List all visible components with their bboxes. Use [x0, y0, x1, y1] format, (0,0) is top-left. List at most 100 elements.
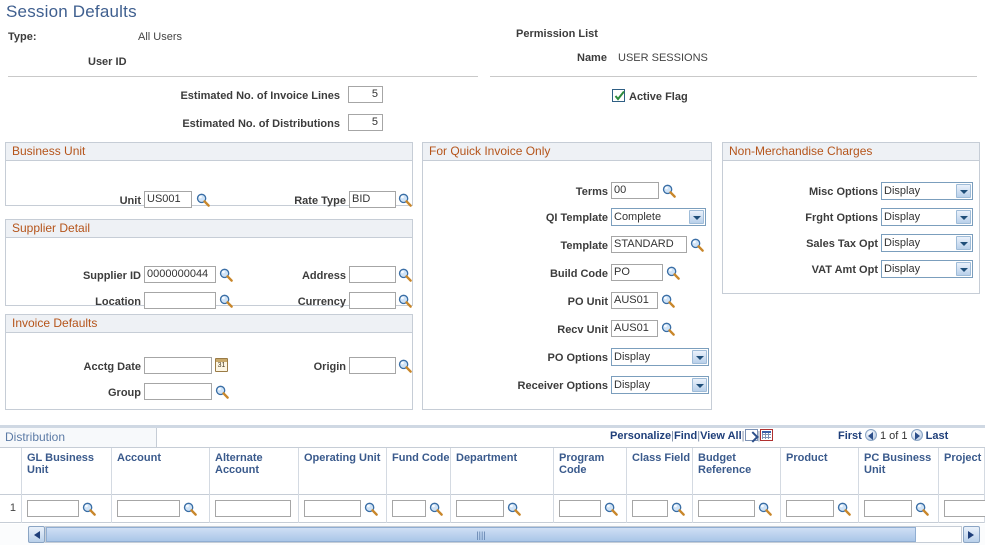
budget-reference-lookup-icon[interactable]: [758, 502, 772, 516]
build-code-input[interactable]: PO: [611, 264, 663, 281]
group-input[interactable]: [144, 383, 212, 400]
build-code-lookup-icon[interactable]: [666, 266, 680, 280]
acctg-date-input[interactable]: [144, 357, 212, 374]
misc-options-value: Display: [884, 185, 921, 197]
chevron-down-icon[interactable]: [692, 378, 707, 392]
template-input[interactable]: STANDARD: [611, 236, 687, 253]
previous-page-icon[interactable]: [864, 429, 877, 441]
program-code-input[interactable]: [559, 500, 601, 517]
class-field-lookup-icon[interactable]: [671, 502, 685, 516]
currency-lookup-icon[interactable]: [398, 294, 412, 308]
po-unit-input[interactable]: AUS01: [611, 292, 658, 309]
estimated-distributions-label: Estimated No. of Distributions: [182, 118, 340, 130]
next-page-icon[interactable]: [910, 429, 923, 441]
view-all-link[interactable]: View All: [700, 430, 742, 442]
column-header-pc-business-unit[interactable]: PC Business Unit: [859, 448, 939, 495]
sales-tax-opt-select[interactable]: Display: [881, 234, 973, 252]
first-page-link[interactable]: First: [838, 430, 862, 442]
alternate-account-input[interactable]: [215, 500, 291, 517]
recv-unit-lookup-icon[interactable]: [661, 322, 675, 336]
rate-type-input[interactable]: BID: [349, 191, 396, 208]
column-header-alternate-account[interactable]: Alternate Account: [210, 448, 299, 495]
supplier-id-lookup-icon[interactable]: [219, 268, 233, 282]
rate-type-lookup-icon[interactable]: [398, 193, 412, 207]
template-lookup-icon[interactable]: [690, 238, 704, 252]
column-header-department[interactable]: Department: [451, 448, 554, 495]
chevron-down-icon[interactable]: [956, 184, 971, 198]
active-flag-checkbox[interactable]: [612, 89, 625, 102]
product-input[interactable]: [786, 500, 834, 517]
department-lookup-icon[interactable]: [507, 502, 521, 516]
build-code-label: Build Code: [549, 268, 608, 280]
project-input[interactable]: [944, 500, 985, 517]
chevron-down-icon[interactable]: [956, 236, 971, 250]
distribution-tab[interactable]: Distribution: [0, 428, 157, 448]
last-page-link[interactable]: Last: [926, 430, 949, 442]
chevron-down-icon[interactable]: [692, 350, 707, 364]
chevron-down-icon[interactable]: [689, 210, 704, 224]
estimated-distributions-input[interactable]: 5: [348, 114, 383, 131]
grid-horizontal-scrollbar[interactable]: [0, 523, 985, 545]
scrollbar-thumb[interactable]: [46, 527, 916, 542]
frght-options-select[interactable]: Display: [881, 208, 973, 226]
misc-options-select[interactable]: Display: [881, 182, 973, 200]
column-header-account[interactable]: Account: [112, 448, 210, 495]
location-lookup-icon[interactable]: [219, 294, 233, 308]
department-input[interactable]: [456, 500, 504, 517]
recv-unit-input[interactable]: AUS01: [611, 320, 658, 337]
grid-toolbar: Personalize|Find|View All| |: [610, 429, 774, 442]
pc-business-unit-lookup-icon[interactable]: [915, 502, 929, 516]
chevron-down-icon[interactable]: [956, 210, 971, 224]
currency-input[interactable]: [349, 292, 396, 309]
budget-reference-input[interactable]: [698, 500, 755, 517]
calendar-icon[interactable]: 31: [215, 358, 228, 372]
column-header-program-code[interactable]: Program Code: [554, 448, 627, 495]
pc-business-unit-input[interactable]: [864, 500, 912, 517]
scroll-left-button[interactable]: [28, 526, 45, 543]
po-unit-lookup-icon[interactable]: [661, 294, 675, 308]
fund-code-lookup-icon[interactable]: [429, 502, 443, 516]
personalize-link[interactable]: Personalize: [610, 430, 671, 442]
vat-amt-opt-select[interactable]: Display: [881, 260, 973, 278]
grid-pager: First 1 of 1 Last: [838, 429, 948, 442]
column-header-project[interactable]: Project: [939, 448, 985, 495]
account-lookup-icon[interactable]: [183, 502, 197, 516]
column-header-gl-business-unit[interactable]: GL Business Unit: [22, 448, 112, 495]
location-input[interactable]: [144, 292, 216, 309]
column-header-fund-code[interactable]: Fund Code: [387, 448, 451, 495]
find-link[interactable]: Find: [674, 430, 697, 442]
account-input[interactable]: [117, 500, 180, 517]
gl-business-unit-lookup-icon[interactable]: [82, 502, 96, 516]
supplier-id-input[interactable]: 0000000044: [144, 266, 216, 283]
scrollbar-track[interactable]: [45, 526, 962, 543]
address-lookup-icon[interactable]: [398, 268, 412, 282]
operating-unit-input[interactable]: [304, 500, 361, 517]
group-lookup-icon[interactable]: [215, 385, 229, 399]
terms-input[interactable]: 00: [611, 182, 659, 199]
address-input[interactable]: [349, 266, 396, 283]
class-field-input[interactable]: [632, 500, 668, 517]
po-options-select[interactable]: Display: [611, 348, 709, 366]
origin-lookup-icon[interactable]: [398, 359, 412, 373]
receiver-options-select[interactable]: Display: [611, 376, 709, 394]
column-header-product[interactable]: Product: [781, 448, 859, 495]
program-code-lookup-icon[interactable]: [604, 502, 618, 516]
chevron-down-icon[interactable]: [956, 262, 971, 276]
estimated-invoice-lines-label: Estimated No. of Invoice Lines: [180, 90, 340, 102]
operating-unit-lookup-icon[interactable]: [364, 502, 378, 516]
column-header-budget-reference[interactable]: Budget Reference: [693, 448, 781, 495]
origin-input[interactable]: [349, 357, 396, 374]
scroll-right-button[interactable]: [963, 526, 980, 543]
gl-business-unit-input[interactable]: [27, 500, 79, 517]
unit-input[interactable]: US001: [144, 191, 192, 208]
product-lookup-icon[interactable]: [837, 502, 851, 516]
new-window-icon[interactable]: [744, 429, 758, 441]
estimated-invoice-lines-input[interactable]: 5: [348, 86, 383, 103]
terms-lookup-icon[interactable]: [662, 184, 676, 198]
column-header-class-field[interactable]: Class Field: [627, 448, 693, 495]
unit-lookup-icon[interactable]: [196, 193, 210, 207]
fund-code-input[interactable]: [392, 500, 426, 517]
column-header-operating-unit[interactable]: Operating Unit: [299, 448, 387, 495]
qi-template-select[interactable]: Complete: [611, 208, 706, 226]
download-grid-icon[interactable]: [760, 429, 774, 441]
